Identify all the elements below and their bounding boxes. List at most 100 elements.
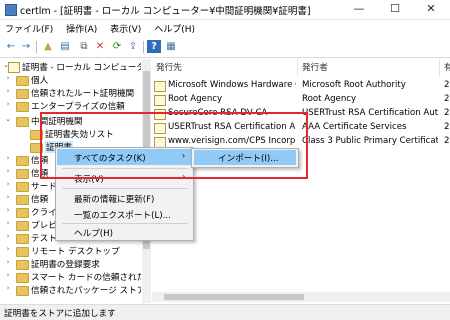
cell-issued-by: Class 3 Public Primary Certificatio... bbox=[302, 136, 438, 146]
forward-icon[interactable]: → bbox=[19, 40, 33, 53]
scrollbar-thumb[interactable] bbox=[164, 294, 304, 300]
folder-icon bbox=[16, 89, 29, 99]
expand-icon[interactable]: › bbox=[4, 193, 12, 201]
folder-icon bbox=[16, 117, 29, 127]
menu-file[interactable]: ファイル(F) bbox=[0, 20, 58, 37]
cell-expiration: 20 bbox=[444, 94, 450, 104]
toolbar-separator bbox=[143, 41, 144, 53]
tree-item-label: テスト bbox=[31, 234, 57, 244]
refresh-icon[interactable]: ⟳ bbox=[110, 40, 124, 53]
folder-icon bbox=[16, 182, 29, 192]
expand-icon[interactable]: › bbox=[4, 245, 12, 253]
expand-icon[interactable]: › bbox=[4, 180, 12, 188]
tree-item-label: スマート カードの信頼されたル bbox=[31, 273, 141, 283]
folder-icon bbox=[16, 102, 29, 112]
back-icon[interactable]: ← bbox=[4, 40, 18, 53]
title-bar: certlm - [証明書 - ローカル コンピューター¥中間証明機関¥証明書]… bbox=[0, 0, 450, 20]
certificate-icon bbox=[154, 81, 166, 92]
menu-help[interactable]: ヘルプ(H) bbox=[149, 20, 200, 37]
cell-expiration: 20 bbox=[444, 80, 450, 90]
cell-issued-to: Microsoft Windows Hardware C... bbox=[168, 80, 296, 90]
app-icon bbox=[5, 4, 17, 16]
up-folder-icon[interactable]: ▲ bbox=[41, 40, 55, 53]
column-header-issued-by[interactable]: 発行者 bbox=[298, 59, 440, 77]
expand-icon[interactable]: › bbox=[4, 271, 12, 279]
tree-item-label: サード bbox=[31, 182, 57, 192]
expand-icon[interactable]: › bbox=[4, 258, 12, 266]
expand-icon[interactable]: › bbox=[4, 154, 12, 162]
export-list-icon[interactable]: ⇪ bbox=[126, 40, 140, 53]
tree-item-label: 証明書の登録要求 bbox=[31, 260, 100, 270]
expand-icon[interactable]: › bbox=[4, 100, 12, 108]
menu-item-label: 一覧のエクスポート(L)... bbox=[74, 211, 171, 221]
expand-icon[interactable]: › bbox=[4, 74, 12, 82]
tree-item-label: 信頼されたルート証明機関 bbox=[31, 89, 135, 99]
toolbar-separator bbox=[36, 41, 37, 53]
menu-view[interactable]: 表示(V) bbox=[105, 20, 146, 37]
minimize-button[interactable]: — bbox=[341, 0, 377, 19]
folder-icon bbox=[16, 156, 29, 166]
cell-issued-by: USERTrust RSA Certification Auth... bbox=[302, 108, 438, 118]
tree-item-label: 信頼 bbox=[31, 195, 49, 205]
maximize-button[interactable]: ☐ bbox=[377, 0, 413, 19]
folder-icon bbox=[16, 247, 29, 257]
tree-item-label: 信頼されたパッケージ ストア bbox=[31, 286, 141, 296]
tree-item-label: 証明書 - ローカル コンピューター bbox=[22, 63, 141, 73]
tree-item-label: クライ bbox=[31, 208, 57, 218]
list-horizontal-scrollbar[interactable] bbox=[152, 292, 450, 302]
folder-icon bbox=[16, 76, 29, 86]
status-text: 証明書をストアに追加します bbox=[4, 309, 116, 319]
toolbar: ← → ▲ ▤ ⧉ ✕ ⟳ ⇪ ? ▦ bbox=[0, 37, 450, 58]
column-header-issued-to[interactable]: 発行先 bbox=[152, 59, 298, 77]
cell-issued-by: Microsoft Root Authority bbox=[302, 80, 406, 90]
table-row[interactable]: Microsoft Windows Hardware C... Microsof… bbox=[152, 79, 450, 93]
column-header-expiration[interactable]: 有 bbox=[440, 59, 450, 77]
expand-icon[interactable]: › bbox=[4, 167, 12, 175]
folder-icon bbox=[16, 234, 29, 244]
menu-bar: ファイル(F) 操作(A) 表示(V) ヘルプ(H) bbox=[0, 20, 450, 36]
highlight-annotation-box bbox=[40, 112, 308, 179]
folder-icon bbox=[16, 260, 29, 270]
delete-icon[interactable]: ✕ bbox=[93, 40, 107, 53]
expand-icon[interactable]: › bbox=[4, 232, 12, 240]
folder-icon bbox=[16, 286, 29, 296]
menu-item-label: ヘルプ(H) bbox=[74, 229, 113, 239]
help-icon[interactable]: ? bbox=[147, 40, 161, 53]
tree-item-label: プレビ bbox=[31, 221, 57, 231]
table-row[interactable]: Root Agency Root Agency 20 bbox=[152, 93, 450, 107]
tree-item-label: 個人 bbox=[31, 76, 49, 86]
expand-icon[interactable]: › bbox=[4, 284, 12, 292]
status-bar: 証明書をストアに追加します bbox=[0, 304, 450, 320]
folder-icon bbox=[16, 169, 29, 179]
certificate-icon bbox=[154, 95, 166, 106]
folder-icon bbox=[16, 195, 29, 205]
folder-icon bbox=[16, 221, 29, 231]
menu-item-refresh[interactable]: 最新の情報に更新(F) bbox=[57, 190, 192, 206]
menu-item-help[interactable]: ヘルプ(H) bbox=[57, 224, 192, 240]
copy-icon[interactable]: ⧉ bbox=[77, 40, 91, 53]
folder-icon bbox=[16, 208, 29, 218]
expand-icon[interactable]: › bbox=[4, 206, 12, 214]
menu-item-label: 最新の情報に更新(F) bbox=[74, 195, 155, 205]
tree-item-label: リモート デスクトップ bbox=[31, 247, 120, 257]
cell-expiration: 20 bbox=[444, 122, 450, 132]
certificate-store-icon bbox=[8, 62, 20, 73]
expand-icon[interactable]: › bbox=[4, 219, 12, 227]
menu-separator bbox=[62, 188, 188, 189]
cell-expiration: 20 bbox=[444, 136, 450, 146]
collapse-icon[interactable]: ⌄ bbox=[4, 115, 12, 123]
certificate-list: 発行先 発行者 有 Microsoft Windows Hardware C..… bbox=[152, 59, 450, 303]
menu-item-export-list[interactable]: 一覧のエクスポート(L)... bbox=[57, 206, 192, 222]
menu-action[interactable]: 操作(A) bbox=[61, 20, 102, 37]
cell-expiration: 20 bbox=[444, 108, 450, 118]
folder-icon bbox=[16, 273, 29, 283]
cell-issued-by: AAA Certificate Services bbox=[302, 122, 407, 132]
show-hide-tree-icon[interactable]: ▤ bbox=[58, 40, 72, 53]
cell-issued-by: Root Agency bbox=[302, 94, 357, 104]
close-button[interactable]: ✕ bbox=[413, 0, 449, 19]
properties-icon[interactable]: ▦ bbox=[164, 40, 178, 53]
cell-issued-to: Root Agency bbox=[168, 94, 223, 104]
expand-icon[interactable]: › bbox=[4, 87, 12, 95]
tree-item-label: エンタープライズの信頼 bbox=[31, 102, 125, 112]
window-title: certlm - [証明書 - ローカル コンピューター¥中間証明機関¥証明書] bbox=[20, 6, 311, 17]
